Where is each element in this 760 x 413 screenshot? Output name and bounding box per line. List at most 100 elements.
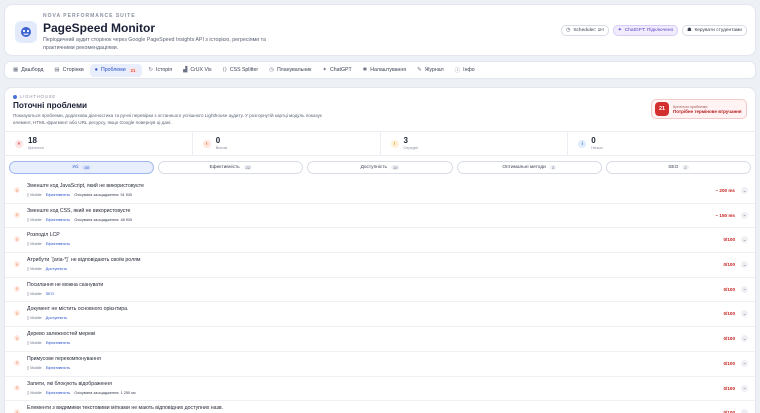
tab-label: Дашборд bbox=[21, 67, 44, 73]
filter-pill[interactable]: Оптимальні методи 3 bbox=[456, 161, 602, 174]
tab-pages[interactable]: ▤ Сторінки bbox=[49, 64, 88, 77]
tab-clock[interactable]: ◷ Планувальник bbox=[264, 64, 316, 77]
filter-count: 3 bbox=[549, 165, 557, 170]
issue-row[interactable]: ! Запити, які блокують відображення ▯ Mobi… bbox=[5, 377, 755, 402]
filter-pill[interactable]: Доступність 10 bbox=[307, 161, 453, 174]
issue-savings: Очікувана заощадження: 51 KiB bbox=[74, 192, 132, 197]
tab-label: Планувальник bbox=[276, 67, 312, 73]
severity-count: 18 bbox=[28, 136, 37, 145]
filter-label: Ефективність bbox=[209, 165, 240, 170]
tab-issues[interactable]: ● Проблеми 21 bbox=[89, 63, 143, 77]
issues-list: ! Зменште код JavaScript, який не викорис… bbox=[5, 179, 755, 413]
issue-row[interactable]: ! Зменште код CSS, який не використовуєте… bbox=[5, 204, 755, 229]
chevron-down-icon[interactable]: ⌄ bbox=[741, 187, 748, 194]
issue-row[interactable]: ! Зменште код JavaScript, який не викорис… bbox=[5, 179, 755, 204]
issue-meta: ▯ Mobile Доступність bbox=[27, 266, 67, 271]
issue-meta: ▯ Mobile Ефективність Очікувана заощадженн… bbox=[27, 390, 136, 395]
tab-label: CrUX Vis bbox=[190, 67, 212, 73]
tab-label: Інфо bbox=[463, 67, 475, 73]
tab-label: Журнал bbox=[424, 67, 444, 73]
issue-row[interactable]: ! Документ не містить основного орієнтира… bbox=[5, 302, 755, 328]
app-subtitle: Періодичний аудит сторінок через Google … bbox=[43, 37, 266, 51]
chevron-down-icon[interactable]: ⌄ bbox=[741, 384, 748, 392]
chatgpt-status-button[interactable]: ✦ ChatGPT: Підключено bbox=[612, 25, 679, 36]
device-text: Mobile bbox=[30, 216, 42, 222]
brand-label: NOVA PERFORMANCE SUITE bbox=[43, 13, 136, 19]
manage-users-label: Керувати студентами bbox=[694, 28, 742, 33]
device-text: Mobile bbox=[30, 192, 42, 197]
issue-row[interactable]: ! Розподіл LCP ▯ Mobile Ефективність 0/100 ⌄ bbox=[5, 228, 755, 254]
issue-savings: Очікувана заощадження: 1 250 мс bbox=[74, 389, 136, 395]
issue-category: Ефективність bbox=[45, 340, 71, 346]
issue-category: Ефективність bbox=[45, 216, 71, 222]
filter-pill[interactable]: SEO 2 bbox=[605, 161, 752, 174]
severity-label: Середні bbox=[403, 145, 419, 150]
tab-label: ChatGPT bbox=[330, 67, 352, 73]
filter-label: Доступність bbox=[360, 165, 387, 170]
issue-row[interactable]: ! Атрибути `[aria-*]` не відповідають сво… bbox=[5, 253, 755, 278]
gear-icon: ✱ bbox=[362, 67, 368, 73]
issue-row[interactable]: ! Примусове перекомпонування ▯ Mobile Ефект… bbox=[5, 352, 755, 377]
issue-title: Зменште код CSS, який не використовуєте bbox=[27, 207, 131, 214]
tab-dashboard[interactable]: ▦ Дашборд bbox=[8, 64, 48, 77]
device-label: ▯ Mobile bbox=[27, 390, 42, 395]
issue-title: Зменште код JavaScript, який не використ… bbox=[27, 183, 144, 189]
warning-icon: ! bbox=[14, 261, 20, 268]
main-nav: ▦ Дашборд ▤ Сторінки ● Проблеми 21 ↻ Історія ▟ CrU… bbox=[4, 61, 756, 79]
issue-meta: ▯ Mobile Ефективність Очікувана заощадженн… bbox=[27, 192, 132, 197]
tab-gear[interactable]: ✱ Налаштування bbox=[358, 64, 411, 77]
severity-count: 0 bbox=[215, 136, 221, 145]
tab-code[interactable]: ⟨⟩ CSS Splitter bbox=[218, 64, 264, 77]
tab-spark[interactable]: ✦ ChatGPT bbox=[317, 64, 356, 77]
issue-meta: ▯ Mobile Ефективність bbox=[27, 241, 70, 246]
chevron-down-icon[interactable]: ⌄ bbox=[741, 409, 748, 413]
code-icon: ⟨⟩ bbox=[222, 67, 227, 73]
chevron-down-icon[interactable]: ⌄ bbox=[741, 261, 748, 269]
panel-description: Показуються проблеми, додаткова діагност… bbox=[13, 113, 323, 125]
tab-chart[interactable]: ▟ CrUX Vis bbox=[178, 64, 216, 77]
warning-icon: ! bbox=[14, 236, 20, 243]
chevron-down-icon[interactable]: ⌄ bbox=[741, 310, 748, 318]
filter-pill[interactable]: Усі 40 bbox=[9, 161, 155, 174]
issue-value: 0/100 bbox=[723, 262, 736, 268]
device-text: Mobile bbox=[30, 315, 42, 321]
tab-log[interactable]: ✎ Журнал bbox=[412, 64, 449, 77]
issue-title: Примусове перекомпонування bbox=[27, 355, 101, 362]
device-label: ▯ Mobile bbox=[27, 192, 42, 197]
chevron-down-icon[interactable]: ⌄ bbox=[741, 335, 748, 343]
device-label: ▯ Mobile bbox=[27, 365, 42, 370]
issue-meta: ▯ Mobile SEO bbox=[27, 291, 54, 296]
warning-icon: ! bbox=[14, 335, 20, 342]
issue-value: ~ 200 ms bbox=[715, 188, 735, 193]
kicker-label: LIGHTHOUSE bbox=[20, 94, 56, 99]
chevron-down-icon[interactable]: ⌄ bbox=[741, 211, 748, 219]
severity-icon: ! bbox=[390, 139, 399, 148]
scheduler-button[interactable]: ◷ Scheduler: 1H bbox=[561, 25, 609, 36]
issue-row[interactable]: ! Посилання не можна сканувати ▯ Mobile SEO… bbox=[5, 278, 755, 303]
warning-icon: ! bbox=[14, 359, 20, 366]
issue-meta: ▯ Mobile Ефективність bbox=[27, 365, 70, 370]
issues-icon: ● bbox=[94, 67, 98, 73]
severity-stats: × 18 Критичні! 0 Високі! 3 Середні i 0 Низькі bbox=[5, 131, 755, 156]
history-icon: ↻ bbox=[148, 67, 153, 73]
dashboard-icon: ▦ bbox=[13, 67, 19, 73]
filter-label: Усі bbox=[72, 165, 79, 170]
issue-category: Ефективність bbox=[45, 241, 71, 247]
device-text: Mobile bbox=[30, 389, 42, 395]
filter-pill[interactable]: Ефективність 22 bbox=[158, 161, 304, 174]
issue-row[interactable]: ! Дерево залежностей мережі ▯ Mobile Ефекти… bbox=[5, 327, 755, 352]
severity-label: Критичні bbox=[28, 145, 44, 150]
manage-users-button[interactable]: ☗ Керувати студентами bbox=[682, 25, 747, 36]
tab-info[interactable]: ⓘ Інфо bbox=[450, 64, 480, 77]
issue-row[interactable]: ! Елементи з видимими текстовими мітками … bbox=[5, 401, 755, 413]
chevron-down-icon[interactable]: ⌄ bbox=[741, 285, 748, 293]
chevron-down-icon[interactable]: ⌄ bbox=[741, 236, 748, 244]
app-logo bbox=[15, 21, 37, 43]
spark-icon: ✦ bbox=[322, 67, 327, 73]
critical-summary-card: 21 Критичні проблеми Потрібне термінове … bbox=[651, 99, 747, 119]
tab-history[interactable]: ↻ Історія bbox=[143, 64, 177, 77]
warning-icon: ! bbox=[14, 211, 20, 218]
severity-stat: × 18 Критичні bbox=[5, 132, 193, 155]
issue-category: Ефективність bbox=[45, 389, 71, 395]
chevron-down-icon[interactable]: ⌄ bbox=[741, 359, 748, 367]
